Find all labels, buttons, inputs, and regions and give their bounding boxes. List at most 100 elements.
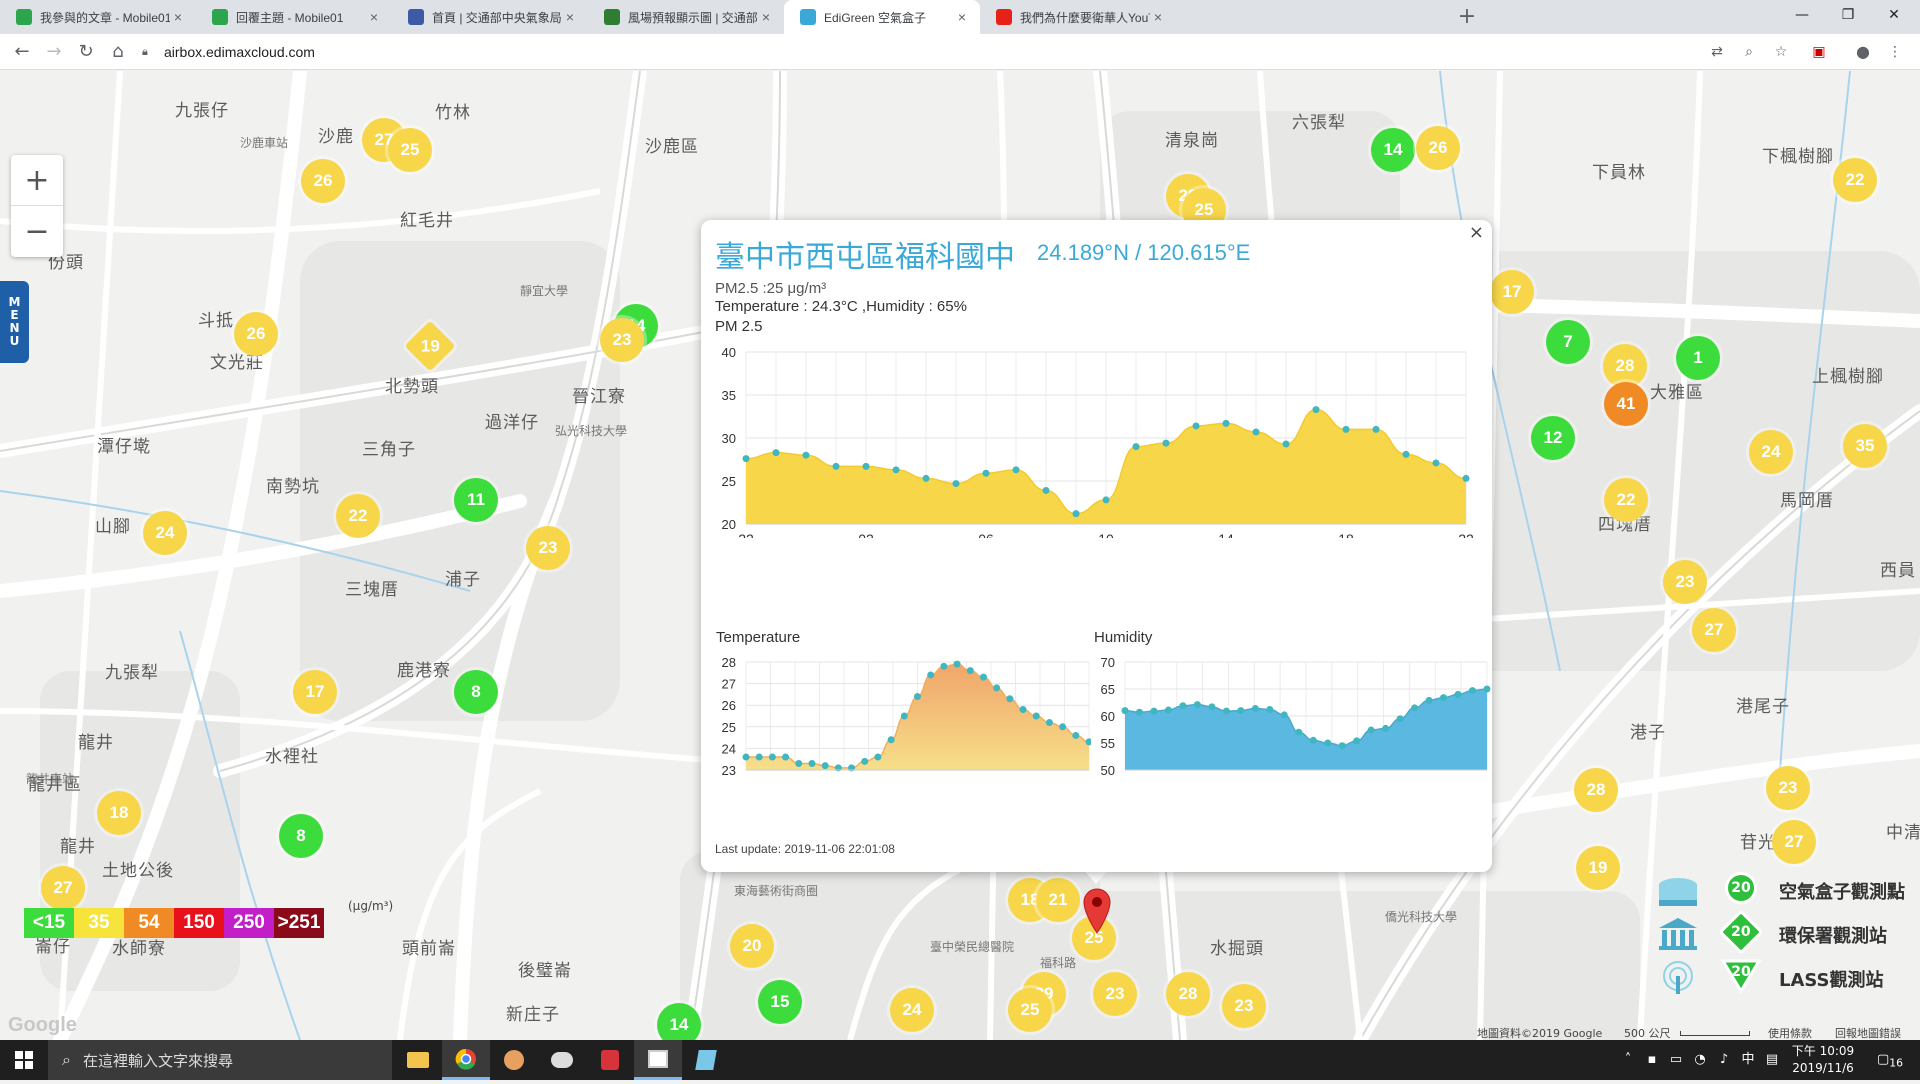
data-point[interactable] xyxy=(782,753,790,761)
data-point[interactable] xyxy=(927,671,935,679)
data-point[interactable] xyxy=(979,673,987,681)
data-point[interactable] xyxy=(742,455,750,463)
data-point[interactable] xyxy=(1425,696,1433,704)
app-icon[interactable] xyxy=(538,1040,586,1080)
data-point[interactable] xyxy=(1338,742,1346,750)
station-marker[interactable]: 27 xyxy=(1692,608,1736,652)
start-button[interactable] xyxy=(0,1040,48,1080)
station-marker[interactable]: 27 xyxy=(1772,820,1816,864)
data-point[interactable] xyxy=(1324,739,1332,747)
data-point[interactable] xyxy=(1072,731,1080,739)
data-point[interactable] xyxy=(1282,440,1290,448)
location-pin-icon[interactable] xyxy=(1082,888,1112,934)
station-marker[interactable]: 23 xyxy=(1766,766,1810,810)
station-marker[interactable]: 26 xyxy=(1416,126,1460,170)
station-marker[interactable]: 27 xyxy=(41,866,85,910)
address-bar[interactable]: 🔒︎ airbox.edimaxcloud.com xyxy=(142,38,1732,66)
data-point[interactable] xyxy=(1121,707,1129,715)
data-point[interactable] xyxy=(953,660,961,668)
data-point[interactable] xyxy=(914,693,921,701)
minimize-button[interactable]: — xyxy=(1780,0,1824,30)
data-point[interactable] xyxy=(1012,466,1020,474)
app-icon[interactable] xyxy=(586,1040,634,1080)
zoom-out-button[interactable]: − xyxy=(11,206,63,257)
tab-close-icon[interactable]: × xyxy=(562,9,578,25)
report-error-link[interactable]: 回報地圖錯誤 xyxy=(1835,1025,1901,1041)
data-point[interactable] xyxy=(1179,702,1187,710)
station-marker[interactable]: 8 xyxy=(279,814,323,858)
data-point[interactable] xyxy=(1208,703,1216,711)
station-marker[interactable]: 22 xyxy=(1604,478,1648,522)
data-point[interactable] xyxy=(1019,706,1027,714)
forward-icon[interactable]: → xyxy=(40,38,68,66)
data-point[interactable] xyxy=(892,466,900,474)
data-point[interactable] xyxy=(982,469,990,477)
map-data-attribution[interactable]: 地圖資料©2019 Google xyxy=(1477,1025,1602,1041)
data-point[interactable] xyxy=(900,712,908,720)
data-point[interactable] xyxy=(1353,737,1361,745)
home-icon[interactable]: ⌂ xyxy=(104,38,132,66)
data-point[interactable] xyxy=(874,753,882,761)
tab-close-icon[interactable]: × xyxy=(170,9,186,25)
station-marker[interactable]: 23 xyxy=(1663,560,1707,604)
maximize-button[interactable]: ❐ xyxy=(1826,0,1870,30)
app-icon[interactable] xyxy=(682,1040,730,1080)
zoom-in-button[interactable]: + xyxy=(11,155,63,206)
data-point[interactable] xyxy=(1440,694,1448,702)
data-point[interactable] xyxy=(952,480,960,488)
data-point[interactable] xyxy=(1367,726,1375,734)
data-point[interactable] xyxy=(922,474,930,482)
data-point[interactable] xyxy=(768,753,776,761)
data-point[interactable] xyxy=(1251,704,1259,712)
data-point[interactable] xyxy=(862,462,870,470)
app-icon[interactable] xyxy=(490,1040,538,1080)
data-point[interactable] xyxy=(802,451,810,459)
data-point[interactable] xyxy=(1032,712,1040,720)
station-marker[interactable]: 24 xyxy=(1749,430,1793,474)
new-tab-button[interactable]: + xyxy=(1454,4,1480,30)
data-point[interactable] xyxy=(1342,425,1350,433)
data-point[interactable] xyxy=(1042,486,1050,494)
station-marker[interactable]: 15 xyxy=(758,980,802,1024)
data-point[interactable] xyxy=(1237,707,1245,715)
data-point[interactable] xyxy=(940,662,948,670)
tray-chevron-icon[interactable]: ˄ xyxy=(1618,1040,1638,1080)
station-marker[interactable]: 28 xyxy=(1574,768,1618,812)
browser-tab[interactable]: EdiGreen 空氣盒子 × xyxy=(784,0,980,34)
station-marker[interactable]: 22 xyxy=(1833,158,1877,202)
station-marker[interactable]: 26 xyxy=(301,159,345,203)
station-marker[interactable]: 35 xyxy=(1843,424,1887,468)
close-popup-button[interactable]: × xyxy=(1469,222,1484,243)
volume-icon[interactable]: ♪ xyxy=(1714,1040,1734,1080)
station-marker[interactable]: 23 xyxy=(1222,984,1266,1028)
station-marker[interactable]: 8 xyxy=(454,670,498,714)
terms-link[interactable]: 使用條款 xyxy=(1768,1025,1812,1041)
chrome-icon[interactable] xyxy=(442,1040,490,1080)
clock[interactable]: 下午 10:09 2019/11/6 xyxy=(1790,1043,1856,1077)
data-point[interactable] xyxy=(1411,704,1419,712)
station-marker[interactable]: 19 xyxy=(1576,846,1620,890)
data-point[interactable] xyxy=(1280,711,1288,719)
station-marker[interactable]: 11 xyxy=(454,478,498,522)
station-marker[interactable]: 24 xyxy=(890,988,934,1032)
browser-tab[interactable]: 回覆主題 - Mobile01 × xyxy=(196,0,392,34)
browser-tab[interactable]: 風場預報顯示圖 | 交通部中央氣象局× xyxy=(588,0,784,34)
data-point[interactable] xyxy=(1192,422,1200,430)
station-marker[interactable]: 14 xyxy=(657,1003,701,1040)
tray-app-icon[interactable]: ▪ xyxy=(1642,1040,1662,1080)
station-marker[interactable]: 24 xyxy=(143,511,187,555)
photos-icon[interactable] xyxy=(634,1040,682,1080)
station-marker[interactable]: 28 xyxy=(1166,972,1210,1016)
menu-tab[interactable]: M E N U xyxy=(0,281,29,363)
data-point[interactable] xyxy=(742,753,750,761)
station-marker[interactable]: 14 xyxy=(1371,128,1415,172)
data-point[interactable] xyxy=(1402,450,1410,458)
station-marker[interactable]: 25 xyxy=(1008,988,1052,1032)
wifi-icon[interactable]: ◔ xyxy=(1690,1040,1710,1080)
station-marker[interactable]: 41 xyxy=(1604,382,1648,426)
data-point[interactable] xyxy=(1309,736,1317,744)
data-point[interactable] xyxy=(1164,706,1172,714)
data-point[interactable] xyxy=(772,449,780,457)
data-point[interactable] xyxy=(1432,459,1440,467)
data-point[interactable] xyxy=(1006,695,1014,703)
